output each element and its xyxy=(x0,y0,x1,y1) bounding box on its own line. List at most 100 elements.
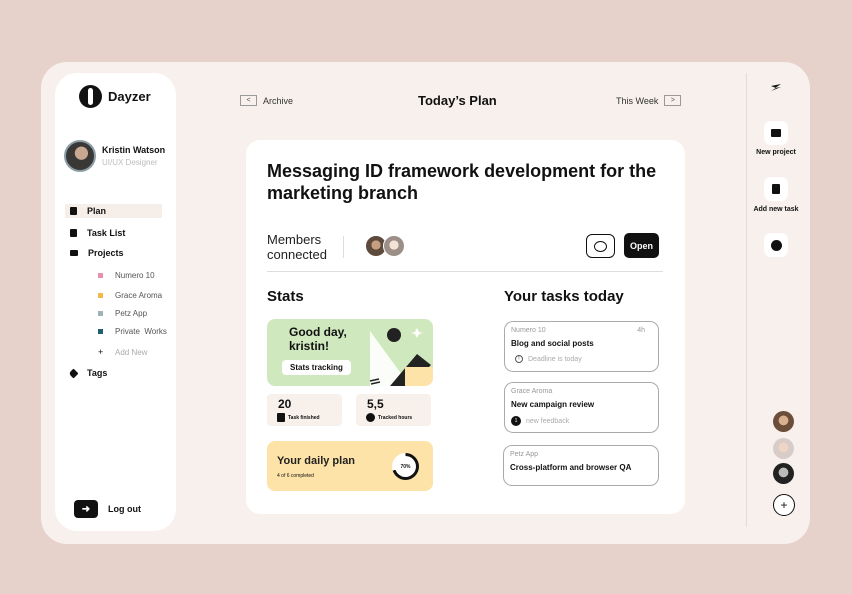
member-avatar[interactable] xyxy=(383,235,405,257)
feedback-count-badge: 1 xyxy=(511,416,521,426)
task-item[interactable]: Petz App Cross-platform and browser QA xyxy=(503,445,659,486)
sidebar: Dayzer Kristin Watson UI/UX Designer Pla… xyxy=(55,73,176,531)
logo[interactable]: Dayzer xyxy=(79,85,151,108)
members-label: Members connected xyxy=(267,232,327,262)
project-item-petz-app[interactable]: Petz App xyxy=(98,309,147,318)
tasks-finished-stat: 20 Task finished xyxy=(267,394,342,426)
add-project-button[interactable]: + Add New xyxy=(98,347,147,357)
project-item-numero-10[interactable]: Numero 10 xyxy=(98,271,155,280)
team-avatar[interactable] xyxy=(773,411,794,432)
add-member-button[interactable]: + xyxy=(773,494,795,516)
plus-icon: + xyxy=(98,347,104,357)
sidebar-item-label: Projects xyxy=(88,248,124,258)
sidebar-item-task-list[interactable]: Task List xyxy=(65,226,162,240)
project-color-dot xyxy=(98,311,103,316)
task-item[interactable]: Numero 10 4h Blog and social posts ! Dea… xyxy=(504,321,659,372)
calendar-icon xyxy=(70,207,77,215)
task-title: New campaign review xyxy=(511,400,595,409)
team-avatar[interactable] xyxy=(773,438,794,459)
logout-label: Log out xyxy=(108,504,141,514)
clipboard-plus-icon xyxy=(772,184,780,194)
archive-label: Archive xyxy=(263,95,294,106)
logo-icon xyxy=(79,85,102,108)
greeting-card: Good day, kristin! Stats tracking xyxy=(267,319,433,386)
project-item-private-works[interactable]: Private Works xyxy=(98,327,167,336)
task-item[interactable]: Grace Aroma New campaign review 1 new fe… xyxy=(504,382,659,433)
user-role: UI/UX Designer xyxy=(102,158,158,167)
tracked-hours-stat: 5,5 Tracked hours xyxy=(356,394,431,426)
chevron-left-icon: < xyxy=(240,95,257,106)
add-new-label: Add New xyxy=(115,347,148,357)
project-label: Petz App xyxy=(115,309,148,318)
tracked-hours-value: 5,5 xyxy=(367,397,384,411)
sidebar-item-label: Tags xyxy=(87,368,108,378)
alert-icon: ! xyxy=(515,355,523,363)
daily-plan-title: Your daily plan xyxy=(277,455,356,467)
task-title: Cross-platform and browser QA xyxy=(510,463,632,472)
task-note: ! Deadline is today xyxy=(515,355,582,363)
divider xyxy=(746,73,747,527)
clipboard-icon xyxy=(70,229,77,237)
task-project: Numero 10 xyxy=(511,327,546,334)
sidebar-item-label: Plan xyxy=(87,206,107,216)
project-color-dot xyxy=(98,273,103,278)
chat-plus-icon xyxy=(770,239,782,251)
task-note-text: Deadline is today xyxy=(528,355,582,363)
project-label: Numero 10 xyxy=(115,271,155,280)
folder-icon xyxy=(70,250,78,256)
task-card: Messaging ID framework development for t… xyxy=(246,140,685,514)
daily-plan-card[interactable]: Your daily plan 4 of 6 completed 70% xyxy=(267,441,433,491)
tracked-hours-caption: Tracked hours xyxy=(366,413,412,422)
task-title: Blog and social posts xyxy=(511,339,594,348)
progress-percent: 70% xyxy=(395,456,416,477)
avatar xyxy=(64,140,96,172)
team-avatar[interactable] xyxy=(773,463,794,484)
chat-button[interactable] xyxy=(586,234,615,258)
add-task-button[interactable] xyxy=(764,177,788,201)
chat-add-button[interactable] xyxy=(764,233,788,257)
sidebar-item-projects[interactable]: Projects xyxy=(65,246,162,260)
chat-icon xyxy=(594,240,607,252)
tag-icon xyxy=(68,368,79,378)
task-note-text: new feedback xyxy=(526,417,570,425)
clock-icon xyxy=(366,413,375,422)
task-title: Messaging ID framework development for t… xyxy=(267,161,657,203)
brand-icon[interactable] xyxy=(770,83,782,92)
logout-button[interactable]: ➜ Log out xyxy=(74,500,141,518)
tasks-today-title: Your tasks today xyxy=(504,288,624,305)
add-task-label: Add new task xyxy=(753,206,799,213)
archive-link[interactable]: < Archive xyxy=(240,95,293,106)
tasks-finished-caption: Task finished xyxy=(277,413,320,422)
tasks-finished-value: 20 xyxy=(278,397,292,411)
new-project-button[interactable] xyxy=(764,121,788,145)
user-profile[interactable]: Kristin Watson UI/UX Designer xyxy=(64,140,165,172)
stats-title: Stats xyxy=(267,288,304,305)
divider xyxy=(267,271,663,272)
task-note: 1 new feedback xyxy=(511,416,569,426)
decorative-illustration xyxy=(369,328,433,386)
project-color-dot xyxy=(98,329,103,334)
folder-plus-icon xyxy=(771,129,781,137)
user-name: Kristin Watson xyxy=(102,145,166,155)
project-label: Grace Aroma xyxy=(115,291,163,300)
sidebar-item-plan[interactable]: Plan xyxy=(65,204,162,218)
project-label: Private Works xyxy=(115,327,167,336)
progress-ring: 70% xyxy=(392,453,419,480)
task-hours: 4h xyxy=(637,327,645,334)
divider xyxy=(343,236,344,258)
tasks-finished-label: Task finished xyxy=(288,414,320,421)
app-name: Dayzer xyxy=(108,89,151,104)
daily-plan-subtitle: 4 of 6 completed xyxy=(277,473,314,479)
sidebar-item-tags[interactable]: Tags xyxy=(65,366,162,380)
this-week-link[interactable]: This Week > xyxy=(616,95,682,106)
task-project: Petz App xyxy=(510,451,539,458)
calendar-check-icon xyxy=(277,413,285,422)
greeting-text: Good day, kristin! xyxy=(289,325,347,353)
logout-icon: ➜ xyxy=(74,500,98,518)
chevron-right-icon: > xyxy=(664,95,682,106)
page-title: Today’s Plan xyxy=(418,93,497,108)
new-project-label: New project xyxy=(756,149,796,156)
project-item-grace-aroma[interactable]: Grace Aroma xyxy=(98,291,162,300)
open-button[interactable]: Open xyxy=(624,233,659,258)
stats-tracking-button[interactable]: Stats tracking xyxy=(282,360,351,375)
